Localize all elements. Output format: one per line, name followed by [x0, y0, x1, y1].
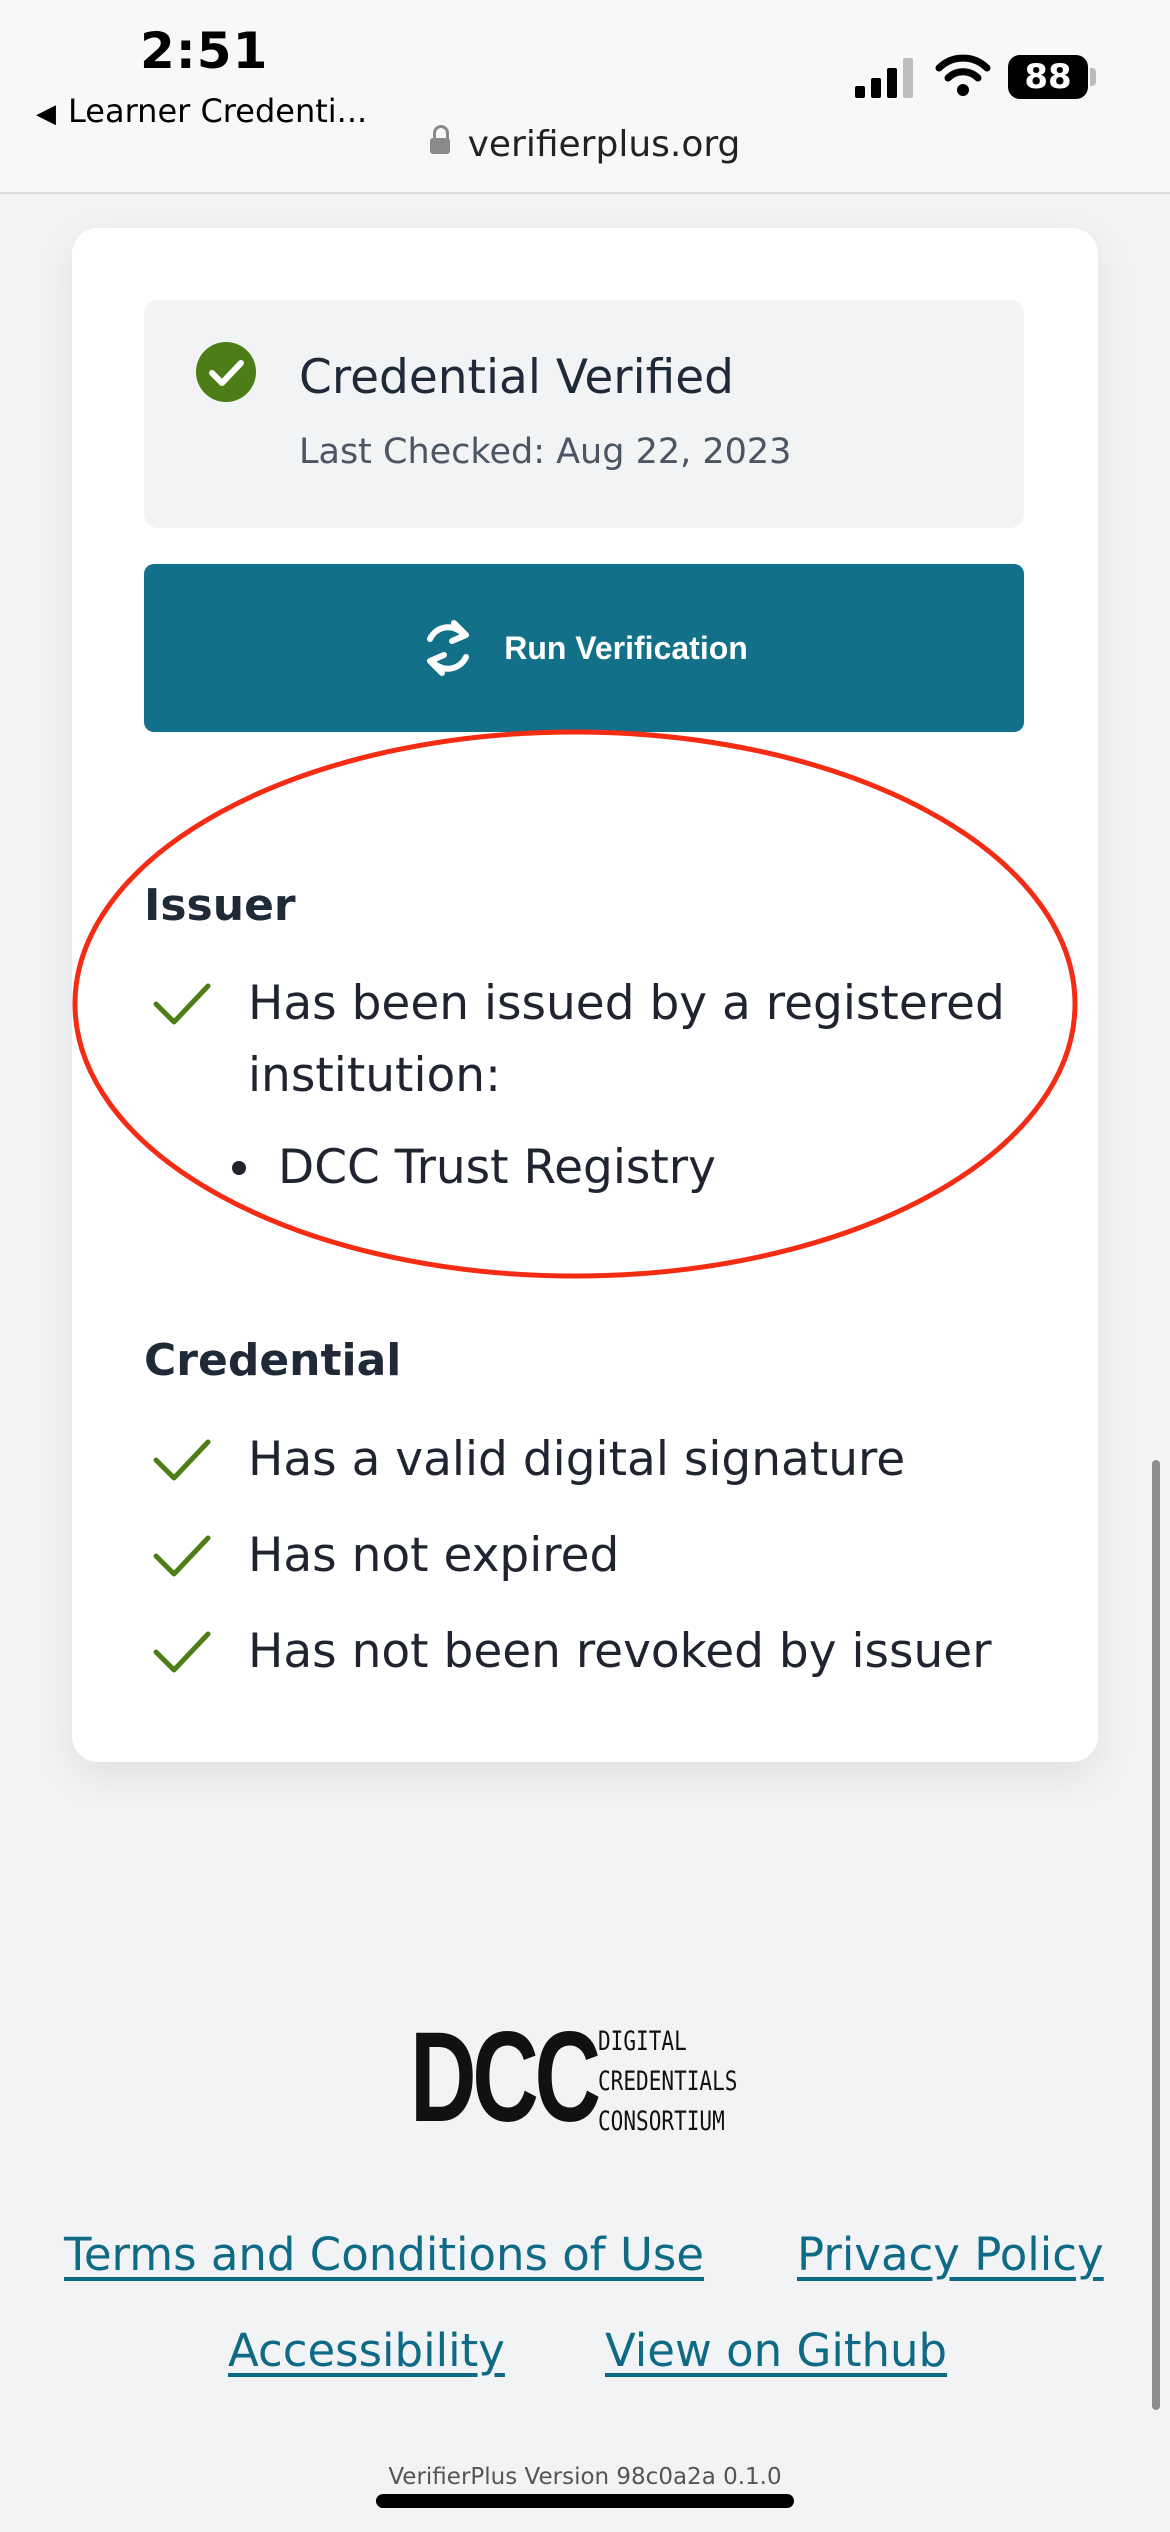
credential-check-text: Has a valid digital signature [248, 1432, 906, 1487]
credential-check-text: Has not expired [248, 1528, 620, 1583]
annotation-ellipse [72, 729, 1078, 1279]
credential-check-text: Has not been revoked by issuer [248, 1624, 992, 1679]
refresh-icon [427, 620, 470, 676]
logo-mark: DCC [410, 2006, 601, 2149]
battery-tip [1090, 68, 1096, 86]
address-bar[interactable]: verifierplus.org [0, 124, 1170, 165]
lock-icon [429, 125, 450, 154]
terms-link[interactable]: Terms and Conditions of Use [64, 2228, 704, 2281]
browser-top-bar: 2:51 ◀ Learner Credenti... 88 verifierplu… [0, 0, 1170, 194]
logo-word-1: DIGITAL [598, 2026, 687, 2057]
credential-section-title: Credential [144, 1335, 402, 1386]
privacy-policy-link[interactable]: Privacy Policy [797, 2228, 1104, 2281]
accessibility-link[interactable]: Accessibility [228, 2324, 505, 2377]
credential-check-item: Has not expired [152, 1520, 1052, 1592]
version-text: VerifierPlus Version 98c0a2a 0.1.0 [388, 2464, 782, 2490]
check-icon [153, 1535, 211, 1577]
scrollbar[interactable] [1152, 1460, 1160, 2410]
cellular-signal-icon [855, 58, 913, 98]
wifi-icon [935, 54, 991, 96]
verified-check-icon [196, 342, 256, 402]
battery-icon: 88 [1008, 55, 1088, 99]
logo-wordmark: DIGITAL CREDENTIALS CONSORTIUM [598, 2022, 777, 2142]
last-checked-date: Last Checked: Aug 22, 2023 [299, 432, 792, 472]
credential-check-item: Has not been revoked by issuer [152, 1616, 1052, 1688]
credential-check-item: Has a valid digital signature [152, 1424, 1052, 1496]
home-indicator[interactable] [376, 2494, 794, 2508]
status-title: Credential Verified [299, 350, 735, 405]
status-time: 2:51 [140, 22, 269, 80]
logo-word-3: CONSORTIUM [598, 2106, 725, 2137]
url-text: verifierplus.org [467, 124, 741, 165]
run-verification-button[interactable]: Run Verification [144, 564, 1024, 732]
verification-status-box: Credential Verified Last Checked: Aug 22… [144, 300, 1024, 528]
run-verification-label: Run Verification [504, 629, 748, 666]
logo-word-2: CREDENTIALS [598, 2066, 738, 2097]
github-link[interactable]: View on Github [605, 2324, 947, 2377]
check-icon [153, 1631, 211, 1673]
check-icon [153, 1439, 211, 1481]
